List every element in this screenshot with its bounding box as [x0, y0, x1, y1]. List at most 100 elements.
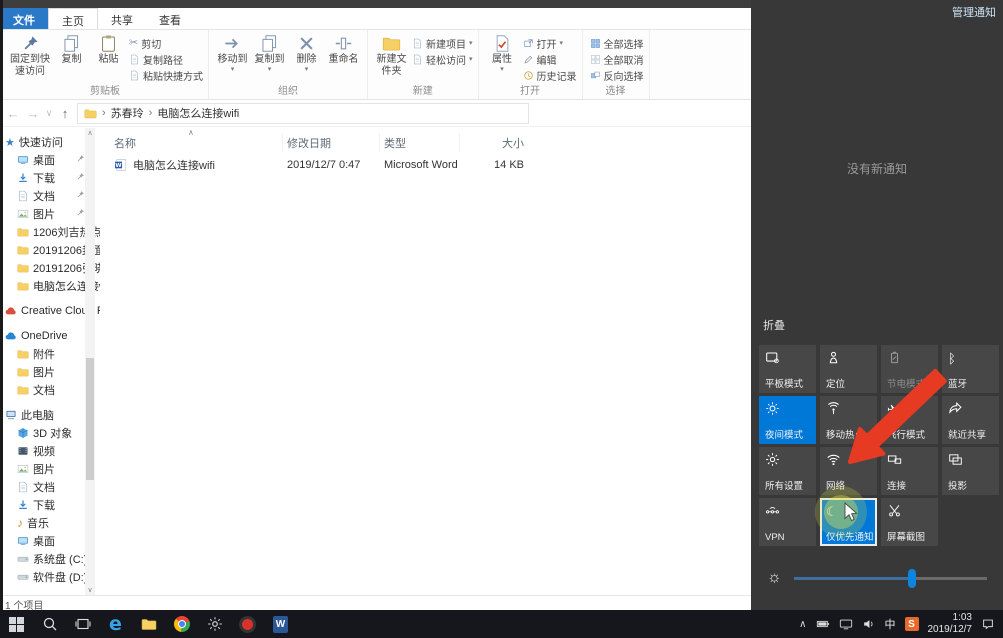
file-row[interactable]: 电脑怎么连接wifi 2019/12/7 0:47 Microsoft Word…: [110, 154, 751, 176]
tile-bluetooth[interactable]: ᛒ蓝牙: [942, 345, 999, 393]
tile-airplane-mode[interactable]: ✈飞行模式: [881, 396, 938, 444]
tile-project[interactable]: 投影: [942, 447, 999, 495]
scrollbar-thumb[interactable]: [86, 358, 94, 480]
chrome-button[interactable]: [165, 610, 198, 638]
manage-notifications-link[interactable]: 管理通知: [952, 4, 996, 20]
tile-tablet-mode[interactable]: 平板模式: [759, 345, 816, 393]
settings-button[interactable]: [198, 610, 231, 638]
file-name[interactable]: 电脑怎么连接wifi: [133, 157, 215, 173]
breadcrumb[interactable]: › 苏春玲 › 电脑怎么连接wifi: [77, 103, 529, 124]
edge-button[interactable]: e: [99, 610, 132, 638]
new-folder-button[interactable]: 新建文件夹: [373, 32, 410, 77]
battery-icon[interactable]: [816, 617, 830, 631]
sidebar-scrollbar[interactable]: ∧ ∨: [85, 128, 95, 595]
tile-network[interactable]: 网络: [820, 447, 877, 495]
tile-mobile-hotspot[interactable]: 移动热点: [820, 396, 877, 444]
new-item-icon: [412, 38, 423, 49]
tile-focus-assist[interactable]: ☾仅优先通知: [820, 498, 877, 546]
tile-all-settings[interactable]: 所有设置: [759, 447, 816, 495]
recent-locations-dropdown[interactable]: ∨: [45, 108, 53, 119]
gear-icon: [765, 452, 814, 468]
column-header-name[interactable]: 名称: [110, 133, 283, 152]
clock-time: 1:03: [928, 612, 973, 624]
edit-button[interactable]: 编辑: [523, 52, 577, 66]
tab-view[interactable]: 查看: [146, 8, 194, 29]
action-center-icon[interactable]: [981, 617, 995, 631]
crumb-separator: ›: [149, 107, 153, 119]
invert-selection-button[interactable]: 反向选择: [590, 68, 644, 82]
scroll-down-icon[interactable]: ∨: [85, 586, 95, 594]
scissors-icon: ✂: [129, 38, 138, 49]
paste-button[interactable]: 粘贴: [90, 32, 127, 66]
copy-to-button[interactable]: 复制到▾: [251, 32, 288, 74]
music-icon: ♪: [17, 516, 23, 530]
recorder-button[interactable]: [231, 610, 264, 638]
tab-file[interactable]: 文件: [0, 8, 48, 29]
brightness-slider-handle[interactable]: [908, 569, 916, 588]
rename-icon: [334, 34, 353, 53]
3d-objects-icon: [17, 427, 29, 439]
folder-icon: [17, 226, 29, 238]
select-none-icon: [590, 54, 601, 65]
copy-path-button[interactable]: 复制路径: [129, 52, 203, 66]
ribbon-tabs: 文件 主页 共享 查看: [0, 8, 751, 30]
sogou-icon[interactable]: S: [905, 617, 919, 631]
tile-screen-snip[interactable]: 屏幕截图: [881, 498, 938, 546]
open-icon: [523, 38, 534, 49]
breadcrumb-current-folder[interactable]: 电脑怎么连接wifi: [157, 105, 239, 121]
select-none-button[interactable]: 全部取消: [590, 52, 644, 66]
back-button[interactable]: ←: [5, 106, 21, 121]
pictures-icon: [17, 463, 29, 475]
tile-battery-saver[interactable]: 节电模式: [881, 345, 938, 393]
taskbar-clock[interactable]: 1:03 2019/12/7: [928, 612, 973, 636]
column-header-size[interactable]: 大小: [460, 133, 530, 152]
select-all-button[interactable]: 全部选择: [590, 36, 644, 50]
column-header-date[interactable]: 修改日期: [283, 133, 380, 152]
this-pc-icon: [5, 409, 17, 421]
task-view-button[interactable]: [66, 610, 99, 638]
delete-button[interactable]: 删除▾: [288, 32, 325, 74]
forward-button[interactable]: →: [25, 106, 41, 121]
brightness-slider[interactable]: [794, 577, 987, 580]
task-view-icon: [75, 616, 91, 632]
easy-access-button[interactable]: 轻松访问▾: [412, 52, 473, 66]
up-button[interactable]: ↑: [57, 106, 73, 121]
volume-icon[interactable]: [862, 617, 876, 631]
search-button[interactable]: [33, 610, 66, 638]
connect-icon: [887, 452, 936, 468]
breadcrumb-user-folder[interactable]: 苏春玲: [111, 105, 144, 121]
scroll-up-icon[interactable]: ∧: [85, 129, 95, 137]
tile-vpn[interactable]: VPN: [759, 498, 816, 546]
collapse-link[interactable]: 折叠: [763, 317, 785, 333]
properties-button[interactable]: 属性▾: [484, 32, 521, 74]
new-folder-icon: [382, 34, 401, 53]
column-header-type[interactable]: 类型: [380, 133, 460, 152]
tile-connect[interactable]: 连接: [881, 447, 938, 495]
copy-button[interactable]: 复制: [53, 32, 90, 66]
properties-icon: [493, 34, 512, 53]
drive-icon: [17, 553, 29, 565]
document-icon: [129, 54, 140, 65]
word-button[interactable]: W: [264, 610, 297, 638]
tile-nearby-sharing[interactable]: 就近共享: [942, 396, 999, 444]
new-item-button[interactable]: 新建项目▾: [412, 36, 473, 50]
start-button[interactable]: [0, 610, 33, 638]
hidden-icons-chevron[interactable]: ∧: [799, 619, 806, 630]
paste-shortcut-button[interactable]: 粘贴快捷方式: [129, 68, 203, 82]
tab-share[interactable]: 共享: [98, 8, 146, 29]
display-icon[interactable]: [839, 617, 853, 631]
cut-button[interactable]: ✂剪切: [129, 36, 203, 50]
select-all-icon: [590, 38, 601, 49]
rename-button[interactable]: 重命名: [325, 32, 362, 66]
open-button[interactable]: 打开▾: [523, 36, 577, 50]
file-explorer-button[interactable]: [132, 610, 165, 638]
ime-indicator[interactable]: 中: [885, 616, 896, 632]
tile-location[interactable]: 定位: [820, 345, 877, 393]
moon-icon: ☾: [826, 503, 875, 519]
move-to-button[interactable]: 移动到▾: [214, 32, 251, 74]
folder-icon: [17, 348, 29, 360]
tab-home[interactable]: 主页: [48, 8, 98, 29]
history-button[interactable]: 历史记录: [523, 68, 577, 82]
pin-to-quick-access-button[interactable]: 固定到快速访问: [7, 32, 53, 77]
tile-night-light[interactable]: 夜间模式: [759, 396, 816, 444]
